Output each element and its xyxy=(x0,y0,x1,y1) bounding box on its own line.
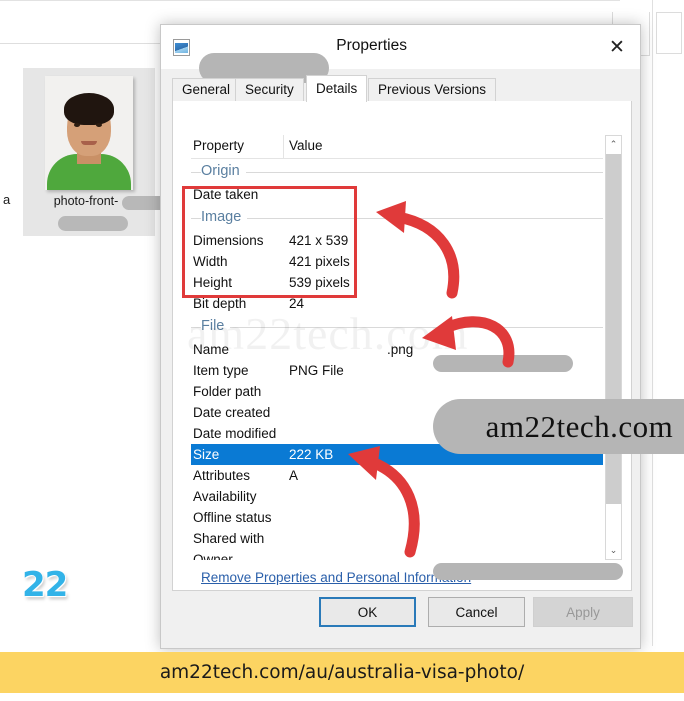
scroll-down-icon[interactable]: ⌄ xyxy=(606,542,621,559)
section-label: Image xyxy=(201,205,248,230)
property-value: A xyxy=(289,468,299,483)
cancel-button[interactable]: Cancel xyxy=(428,597,525,627)
explorer-right-panel xyxy=(652,0,684,646)
property-key: Item type xyxy=(193,363,249,378)
property-row[interactable]: Offline status xyxy=(191,507,603,528)
property-value: 421 x 539 xyxy=(289,233,349,248)
redaction-owner-value xyxy=(433,563,623,580)
property-section-image: Image xyxy=(191,205,603,230)
tab-security[interactable]: Security xyxy=(235,78,304,101)
property-key: Date created xyxy=(193,405,271,420)
property-row[interactable]: Height 539 pixels xyxy=(191,272,603,293)
property-key: Date taken xyxy=(193,187,259,202)
property-key: Height xyxy=(193,275,233,290)
remove-properties-link[interactable]: Remove Properties and Personal Informati… xyxy=(201,570,471,585)
property-value: 24 xyxy=(289,296,305,311)
property-value: 222 KB xyxy=(289,447,334,462)
photo-thumbnail xyxy=(45,76,133,190)
property-row[interactable]: Owner xyxy=(191,549,603,560)
file-tile-photo[interactable]: photo-front- xyxy=(23,68,180,236)
property-key: Folder path xyxy=(193,384,262,399)
property-value: 539 pixels xyxy=(289,275,350,290)
property-list[interactable]: Property Value Origin Date taken Image Dime… xyxy=(191,135,603,560)
image-file-icon xyxy=(173,39,190,56)
tab-previous-versions[interactable]: Previous Versions xyxy=(368,78,497,101)
section-label: Origin xyxy=(201,159,246,184)
column-header-value: Value xyxy=(289,138,323,153)
property-list-scrollbar[interactable]: ⌃ ⌄ xyxy=(605,135,622,560)
property-key: Dimensions xyxy=(193,233,264,248)
property-key: Shared with xyxy=(193,531,265,546)
explorer-scroll-button[interactable]: ⌄ xyxy=(656,12,682,54)
footer-url-banner: am22tech.com/au/australia-visa-photo/ xyxy=(0,652,684,693)
property-row[interactable]: Attributes A xyxy=(191,465,603,486)
property-row[interactable]: Width 421 pixels xyxy=(191,251,603,272)
property-section-origin: Origin xyxy=(191,159,603,184)
dialog-button-row: OK Cancel Apply xyxy=(161,597,642,637)
redaction-brand-pill: am22tech.com xyxy=(433,399,684,454)
property-key: Availability xyxy=(193,489,257,504)
property-key: Width xyxy=(193,254,228,269)
section-rule xyxy=(191,218,603,219)
ok-button[interactable]: OK xyxy=(319,597,416,627)
property-key: Offline status xyxy=(193,510,272,525)
column-header-property: Property xyxy=(193,138,245,153)
explorer-left-text: a xyxy=(3,192,11,207)
details-tab-panel: Property Value Origin Date taken Image Dime… xyxy=(172,101,632,591)
property-key: Attributes xyxy=(193,468,251,483)
am22tech-logo-watermark: 22 xyxy=(22,565,68,605)
close-icon[interactable]: ✕ xyxy=(594,25,640,69)
tab-general[interactable]: General xyxy=(172,78,241,101)
property-value: 421 pixels xyxy=(289,254,350,269)
property-key: Size xyxy=(193,447,220,462)
apply-button: Apply xyxy=(533,597,633,627)
footer-bottom-strip xyxy=(0,693,684,701)
property-section-file: File xyxy=(191,314,603,339)
redaction-filesize xyxy=(58,216,128,231)
properties-dialog: Properties ✕ General Security Details Pr… xyxy=(160,24,684,649)
property-value: .png xyxy=(387,342,414,357)
property-row[interactable]: Shared with xyxy=(191,528,603,549)
section-label: File xyxy=(201,314,231,339)
footer-url-text: am22tech.com/au/australia-visa-photo/ xyxy=(159,662,525,683)
property-value: PNG File xyxy=(289,363,344,378)
scroll-up-icon[interactable]: ⌃ xyxy=(606,136,621,153)
dialog-titlebar: Properties ✕ xyxy=(161,25,640,83)
screenshot-root: ⌄ a photo-front- 22 xyxy=(0,0,684,701)
column-divider xyxy=(283,135,284,159)
redaction-name-value xyxy=(433,355,573,372)
property-key: Bit depth xyxy=(193,296,247,311)
toolbar-divider xyxy=(0,0,620,1)
property-row[interactable]: Date taken xyxy=(191,184,603,205)
section-rule xyxy=(191,172,603,173)
tab-details[interactable]: Details xyxy=(306,75,368,102)
dialog-tabstrip: General Security Details Previous Versio… xyxy=(172,75,632,102)
property-key: Owner xyxy=(193,552,233,560)
property-key: Date modified xyxy=(193,426,277,441)
property-list-header: Property Value xyxy=(191,135,603,159)
property-row[interactable]: Dimensions 421 x 539 xyxy=(191,230,603,251)
property-key: Name xyxy=(193,342,230,357)
section-rule xyxy=(191,327,603,328)
property-row[interactable]: Availability xyxy=(191,486,603,507)
property-row[interactable]: Bit depth 24 xyxy=(191,293,603,314)
